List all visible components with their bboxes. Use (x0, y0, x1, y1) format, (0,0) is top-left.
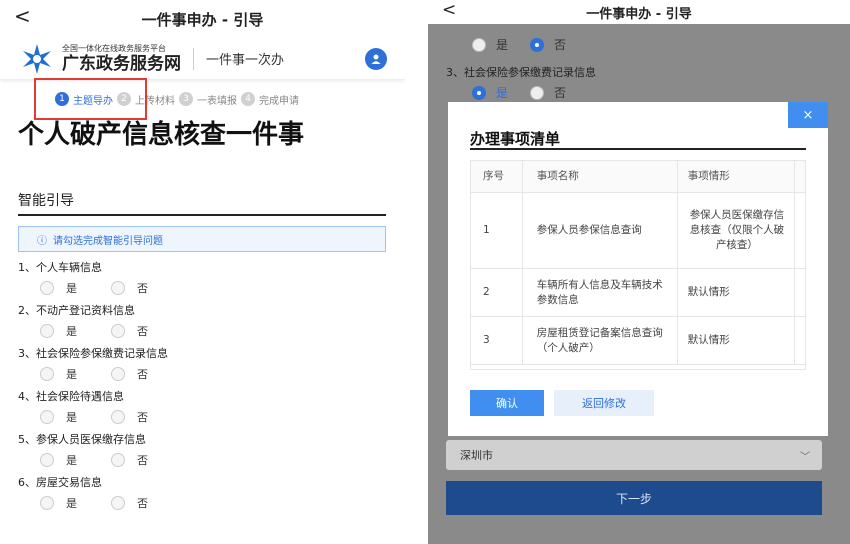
left-screen: < 一件事申办 - 引导 全国一体化在线政务服务平台 广东政务服务网 一件事一次… (0, 0, 405, 544)
next-button[interactable]: 下一步 (446, 481, 822, 515)
close-icon[interactable]: × (788, 102, 828, 128)
question-item: 6、房屋交易信息 是 否 (18, 476, 148, 511)
table-row: 3 房屋租赁登记备案信息查询（个人破产） 默认情形 (471, 317, 805, 365)
top-bar: < 一件事申办 - 引导 (0, 0, 405, 38)
radio-icon[interactable] (111, 281, 125, 295)
question-item: 2、不动产登记资料信息 是 否 (18, 304, 148, 339)
question-list: 1、个人车辆信息 是 否 2、不动产登记资料信息 是 否 3、社会保险参保缴费记… (0, 258, 405, 513)
task-table: 序号 事项名称 事项情形 1 参保人员参保信息查询 参保人员医保缴存信息核查（仅… (470, 160, 806, 370)
option-no[interactable]: 否 (111, 280, 148, 296)
back-icon[interactable]: < (442, 0, 456, 20)
brand-header: 全国一体化在线政务服务平台 广东政务服务网 一件事一次办 (0, 38, 405, 80)
user-avatar-icon[interactable] (365, 48, 387, 70)
radio-icon[interactable] (40, 410, 54, 424)
radio-icon[interactable] (40, 453, 54, 467)
radio-icon[interactable] (111, 367, 125, 381)
radio-icon[interactable] (111, 496, 125, 510)
brand-name: 广东政务服务网 (62, 54, 181, 74)
brand-divider (193, 47, 194, 70)
radio-icon[interactable] (111, 453, 125, 467)
question-options: 是 否 (472, 84, 566, 101)
brand-subtitle: 一件事一次办 (206, 53, 285, 68)
option-yes[interactable]: 是 (40, 323, 77, 339)
top-bar: < 一件事申办 - 引导 (428, 0, 850, 24)
option-no[interactable]: 否 (111, 452, 148, 468)
question-item: 5、参保人员医保缴存信息 是 否 (18, 433, 148, 468)
right-screen: < 一件事申办 - 引导 是 否 3、社会保险参保缴费记录信息 是 否 × 办理… (428, 0, 850, 544)
radio-icon[interactable] (40, 281, 54, 295)
option-no[interactable]: 否 (111, 323, 148, 339)
confirm-button[interactable]: 确认 (470, 390, 544, 416)
radio-icon[interactable] (40, 367, 54, 381)
option-yes[interactable]: 是 (40, 409, 77, 425)
step-4: 4 完成申请 (241, 92, 299, 107)
chevron-down-icon: ﹀ (800, 452, 810, 463)
modal-divider (470, 148, 806, 150)
city-select[interactable]: 深圳市 ﹀ (446, 440, 822, 470)
page-title: 一件事申办 - 引导 (141, 10, 264, 29)
option-yes[interactable]: 是 (40, 452, 77, 468)
question-item: 1、个人车辆信息 是 否 (18, 261, 148, 296)
radio-icon[interactable] (40, 324, 54, 338)
radio-icon[interactable] (111, 324, 125, 338)
radio-selected-icon[interactable] (472, 85, 486, 100)
back-icon[interactable]: < (14, 4, 31, 28)
option-no[interactable]: 否 (111, 495, 148, 511)
back-to-edit-button[interactable]: 返回修改 (554, 390, 654, 416)
brand-platform: 全国一体化在线政务服务平台 (62, 44, 166, 53)
question-item: 4、社会保险待遇信息 是 否 (18, 390, 148, 425)
section-title: 智能引导 (18, 193, 74, 209)
option-yes[interactable]: 是 (40, 495, 77, 511)
notice-text: 请勾选完成智能引导问题 (53, 235, 163, 247)
main-title: 个人破产信息核查一件事 (18, 120, 305, 150)
table-header: 序号 事项名称 事项情形 (471, 161, 805, 193)
table-row: 2 车辆所有人信息及车辆技术参数信息 默认情形 (471, 269, 805, 317)
option-no[interactable]: 否 (111, 409, 148, 425)
page-title: 一件事申办 - 引导 (586, 6, 692, 22)
radio-icon[interactable] (111, 410, 125, 424)
radio-icon[interactable] (40, 496, 54, 510)
option-yes[interactable]: 是 (40, 280, 77, 296)
option-no[interactable]: 否 (111, 366, 148, 382)
question-options: 是 否 (472, 36, 566, 53)
radio-icon[interactable] (472, 37, 486, 52)
task-list-modal: × 办理事项清单 序号 事项名称 事项情形 1 参保人员参保信息查询 参保人员医… (448, 102, 828, 436)
notice-banner: ⓘ 请勾选完成智能引导问题 (18, 226, 386, 252)
option-yes[interactable]: 是 (40, 366, 77, 382)
radio-icon[interactable] (530, 85, 545, 100)
step-3: 3 一表填报 (179, 92, 237, 107)
modal-title: 办理事项清单 (470, 130, 561, 148)
highlight-box (34, 78, 147, 120)
table-row: 1 参保人员参保信息查询 参保人员医保缴存信息核查（仅限个人破产核查） (471, 193, 805, 269)
logo-icon (23, 43, 51, 74)
question-item: 3、社会保险参保缴费记录信息 是 否 (18, 347, 168, 382)
info-icon: ⓘ (37, 235, 47, 247)
radio-selected-icon[interactable] (530, 37, 545, 52)
question-title: 3、社会保险参保缴费记录信息 (446, 66, 596, 79)
section-divider (18, 214, 386, 216)
